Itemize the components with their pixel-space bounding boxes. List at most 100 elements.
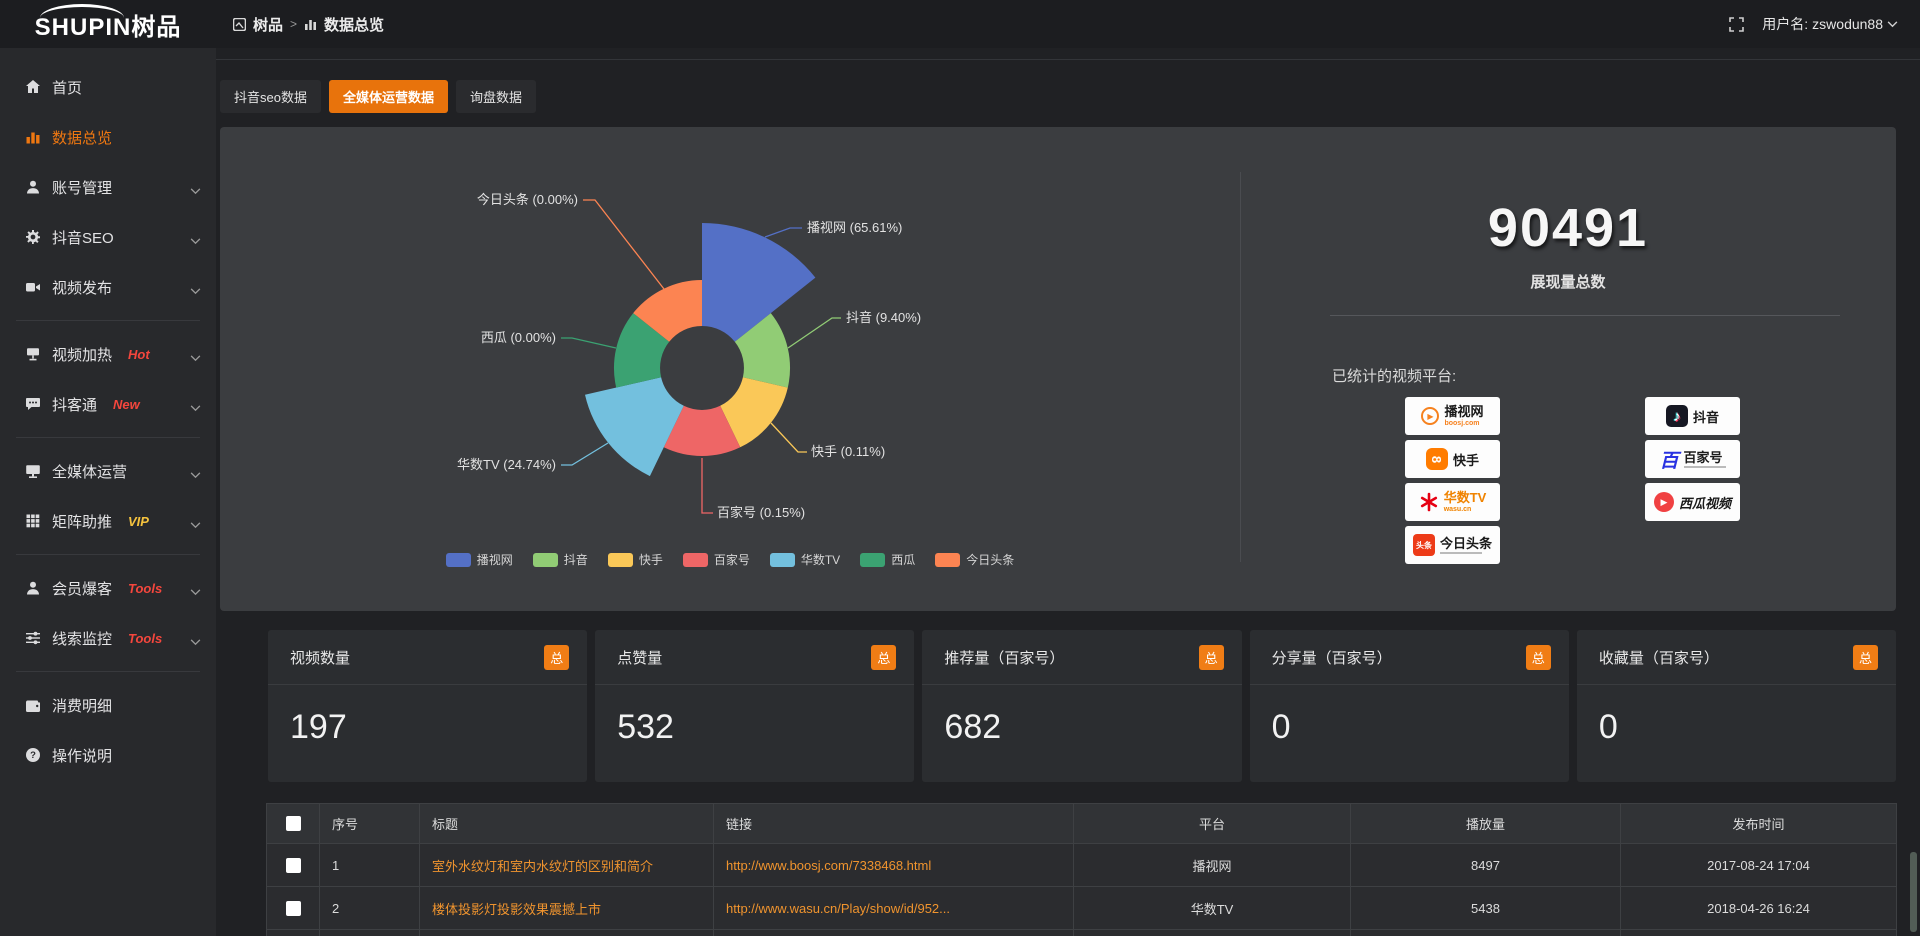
sidebar-item-会员爆客[interactable]: 会员爆客Tools [0, 563, 216, 613]
user-menu[interactable]: 用户名: zswodun88 [1762, 14, 1898, 34]
sidebar-item-label: 消费明细 [52, 695, 112, 716]
sidebar-item-全媒体运营[interactable]: 全媒体运营 [0, 446, 216, 496]
total-badge[interactable]: 总 [1853, 645, 1878, 670]
legend-item-百家号[interactable]: 百家号 [683, 551, 750, 568]
row-title-link[interactable]: 室外水纹灯和室内水纹灯的区别和简介 [432, 859, 653, 874]
sidebar-item-数据总览[interactable]: 数据总览 [0, 112, 216, 162]
videos-table: 序号标题链接平台播放量发布时间 1室外水纹灯和室内水纹灯的区别和简介http:/… [266, 803, 1897, 936]
platform-name: 西瓜视频 [1679, 493, 1731, 512]
legend-item-今日头条[interactable]: 今日头条 [935, 551, 1014, 568]
sidebar-item-抖客通[interactable]: 抖客通New [0, 379, 216, 429]
stat-card-title: 收藏量（百家号） [1599, 647, 1719, 668]
platform-badge-今日头条: 头条今日头条 [1405, 526, 1500, 564]
sidebar-item-label: 抖音SEO [52, 227, 114, 248]
breadcrumb-root[interactable]: 树品 [253, 14, 283, 35]
legend-item-抖音[interactable]: 抖音 [533, 551, 588, 568]
platform-name: 快手 [1453, 450, 1479, 469]
total-badge[interactable]: 总 [1199, 645, 1224, 670]
pie-label-line [561, 338, 616, 348]
sidebar-item-视频加热[interactable]: 视频加热Hot [0, 329, 216, 379]
row-platform: 播视网 [1074, 844, 1351, 887]
row-link[interactable]: http://www.wasu.cn/Play/show/id/952... [714, 887, 1074, 930]
scrollbar-thumb[interactable] [1910, 852, 1917, 932]
chevron-down-icon [1887, 21, 1898, 28]
stat-card-value: 0 [1599, 708, 1618, 747]
row-checkbox[interactable] [286, 901, 301, 916]
select-all-checkbox[interactable] [286, 816, 301, 831]
breadcrumb-current[interactable]: 数据总览 [324, 14, 384, 35]
chevron-down-icon [190, 633, 201, 651]
videos-table-wrap: 序号标题链接平台播放量发布时间 1室外水纹灯和室内水纹灯的区别和简介http:/… [266, 803, 1896, 936]
tab-询盘数据[interactable]: 询盘数据 [456, 80, 536, 113]
legend-label: 西瓜 [891, 551, 915, 568]
pie-label: 今日头条 (0.00%) [477, 192, 578, 207]
total-badge[interactable]: 总 [871, 645, 896, 670]
question-icon: ? [25, 747, 41, 763]
select-all-cell [267, 804, 320, 844]
sidebar-nav: 首页数据总览账号管理抖音SEO 视频发布视频加热Hot抖客通New 全媒体运营矩阵助… [0, 48, 216, 936]
header-divider [216, 59, 1920, 60]
stat-card-header: 分享量（百家号）总 [1250, 630, 1569, 685]
empty-cell [420, 930, 714, 936]
stat-card-视频数量: 视频数量总197 [268, 630, 587, 782]
fullscreen-icon[interactable] [1729, 17, 1744, 32]
legend-label: 抖音 [564, 551, 588, 568]
sidebar-item-badge: VIP [128, 514, 149, 529]
col-header-播放量: 播放量 [1351, 804, 1621, 844]
chat-icon [25, 396, 41, 412]
chevron-down-icon [190, 232, 201, 250]
platforms-label: 已统计的视频平台: [1332, 365, 1456, 386]
tab-全媒体运营数据[interactable]: 全媒体运营数据 [329, 80, 448, 113]
sidebar-item-操作说明[interactable]: ?操作说明 [0, 730, 216, 780]
sidebar-item-抖音SEO[interactable]: 抖音SEO [0, 212, 216, 262]
platform-fineprint [1440, 552, 1482, 554]
pie-label-line [702, 458, 713, 513]
sidebar-item-矩阵助推[interactable]: 矩阵助推VIP [0, 496, 216, 546]
sidebar-item-消费明细[interactable]: 消费明细 [0, 680, 216, 730]
pie-label: 快手 (0.11%) [811, 444, 885, 459]
stat-card-header: 收藏量（百家号） 总 [1577, 630, 1896, 685]
monitor-icon [25, 463, 41, 479]
chevron-down-icon [190, 466, 201, 484]
sidebar-divider [16, 671, 200, 672]
row-checkbox[interactable] [286, 858, 301, 873]
sidebar-item-账号管理[interactable]: 账号管理 [0, 162, 216, 212]
legend-label: 今日头条 [966, 551, 1014, 568]
top-bar: SHUPIN树品 树品 > 数据总览 用户名: zswodun88 [0, 0, 1920, 48]
legend-item-播视网[interactable]: 播视网 [446, 551, 513, 568]
pie-label-line [771, 423, 807, 452]
legend-item-快手[interactable]: 快手 [608, 551, 663, 568]
legend-item-西瓜[interactable]: 西瓜 [860, 551, 915, 568]
legend-label: 播视网 [477, 551, 513, 568]
kuaishou-logo-icon: 8 [1426, 448, 1448, 470]
sidebar-item-线索监控[interactable]: 线索监控Tools [0, 613, 216, 663]
stat-card-value: 0 [1272, 708, 1291, 747]
total-badge[interactable]: 总 [544, 645, 569, 670]
total-badge[interactable]: 总 [1526, 645, 1551, 670]
platform-name: 华数TV [1444, 491, 1487, 504]
pie-slice-华数TV[interactable] [585, 377, 684, 476]
sidebar-item-视频发布[interactable]: 视频发布 [0, 262, 216, 312]
sidebar-item-badge: New [113, 397, 140, 412]
stat-card-header: 视频数量总 [268, 630, 587, 685]
legend-label: 快手 [639, 551, 663, 568]
col-header-序号: 序号 [320, 804, 420, 844]
platform-badge-西瓜视频: ▶西瓜视频 [1645, 483, 1740, 521]
row-title-link[interactable]: 楼体投影灯投影效果震撼上市 [432, 902, 601, 917]
sidebar-item-label: 线索监控 [52, 628, 112, 649]
tab-抖音seo数据[interactable]: 抖音seo数据 [220, 80, 321, 113]
platform-name: 今日头条 [1440, 537, 1492, 550]
row-title-cell: 楼体投影灯投影效果震撼上市 [420, 887, 714, 930]
row-link[interactable]: http://www.boosj.com/7338468.html [714, 844, 1074, 887]
legend-item-华数TV[interactable]: 华数TV [770, 551, 840, 568]
sidebar-item-首页[interactable]: 首页 [0, 62, 216, 112]
row-select-cell [267, 887, 320, 930]
data-tabs: 抖音seo数据全媒体运营数据询盘数据 [220, 80, 536, 113]
legend-swatch [935, 553, 960, 567]
pie-label: 抖音 (9.40%) [846, 310, 921, 325]
row-index: 2 [320, 887, 420, 930]
home-icon [25, 79, 41, 95]
stat-card-header: 点赞量总 [595, 630, 914, 685]
username-value: zswodun88 [1812, 16, 1883, 32]
user-icon [25, 179, 41, 195]
